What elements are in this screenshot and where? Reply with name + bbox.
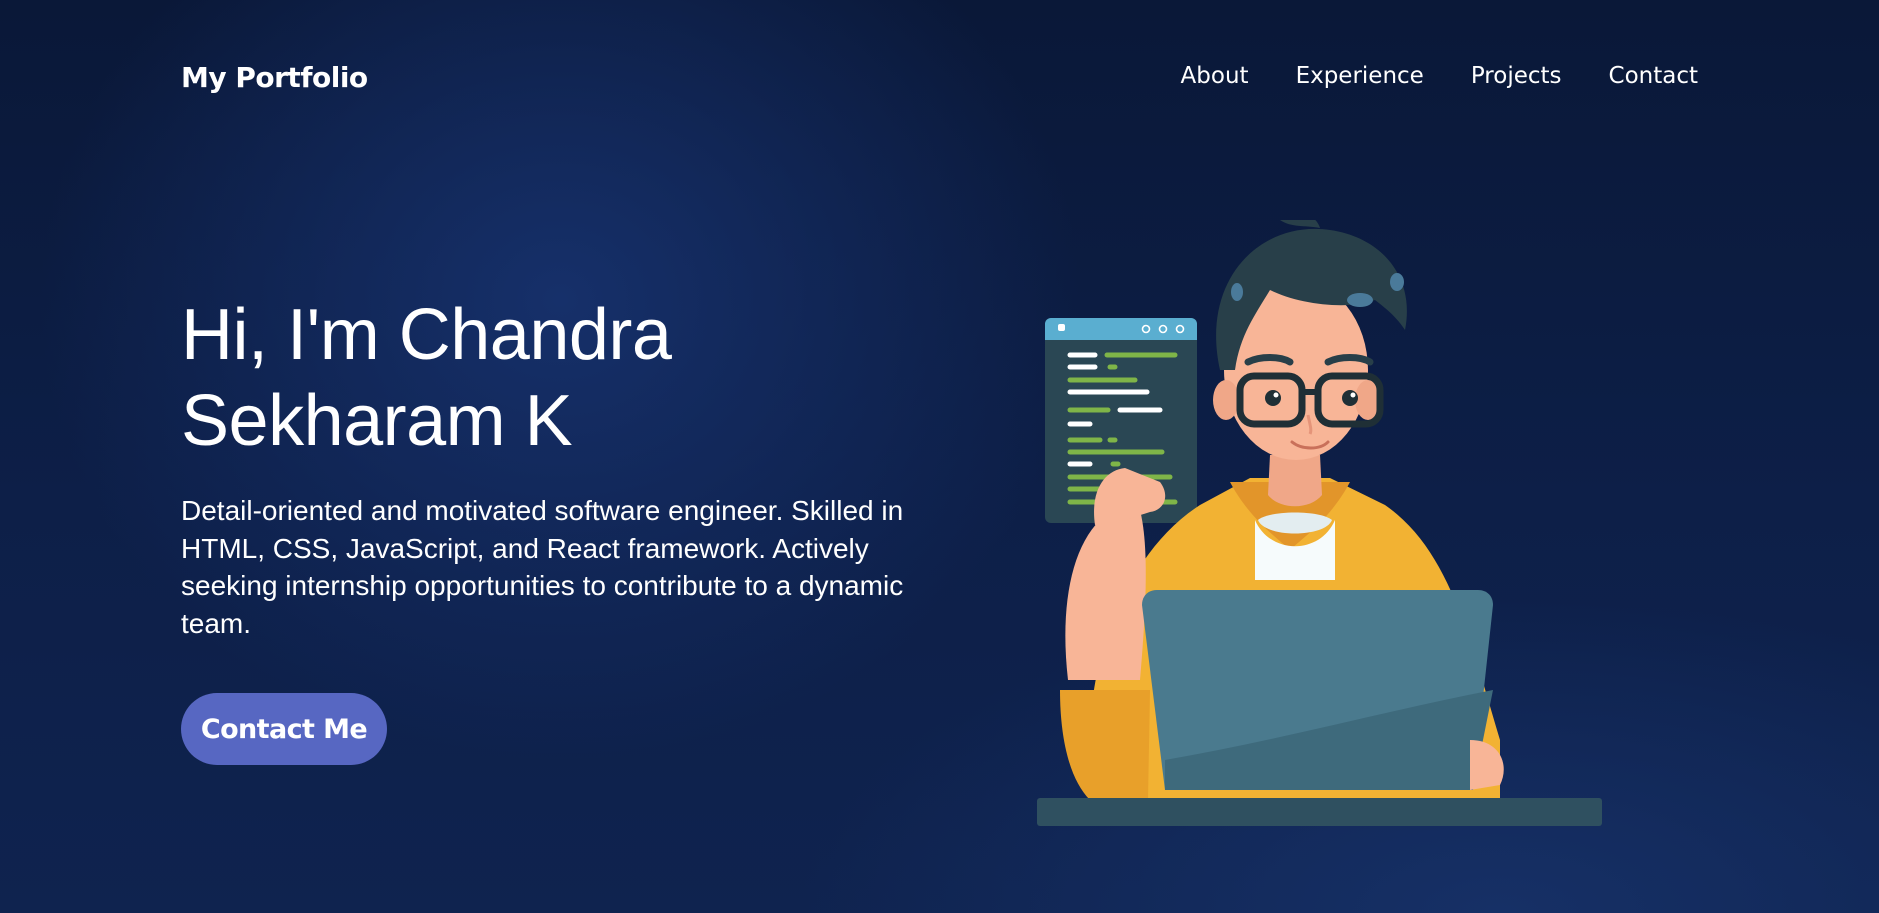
navbar: My Portfolio About Experience Projects C… bbox=[0, 0, 1879, 160]
hero-description: Detail-oriented and motivated software e… bbox=[181, 495, 904, 639]
hero-title-line-2: Sekharam K bbox=[181, 381, 573, 461]
hero-title-line-1: Hi, I'm Chandra bbox=[181, 295, 672, 375]
nav-links: About Experience Projects Contact bbox=[1181, 63, 1698, 89]
brand-logo[interactable]: My Portfolio bbox=[181, 61, 368, 94]
nav-link-experience[interactable]: Experience bbox=[1296, 63, 1424, 89]
nav-link-projects[interactable]: Projects bbox=[1471, 63, 1562, 89]
developer-illustration bbox=[1037, 220, 1602, 826]
person-figure-icon bbox=[1037, 220, 1602, 826]
hero-title: Hi, I'm Chandra Sekharam K bbox=[181, 292, 881, 464]
contact-me-button[interactable]: Contact Me bbox=[181, 693, 387, 765]
nav-link-about[interactable]: About bbox=[1181, 63, 1249, 89]
nav-link-contact[interactable]: Contact bbox=[1609, 63, 1698, 89]
